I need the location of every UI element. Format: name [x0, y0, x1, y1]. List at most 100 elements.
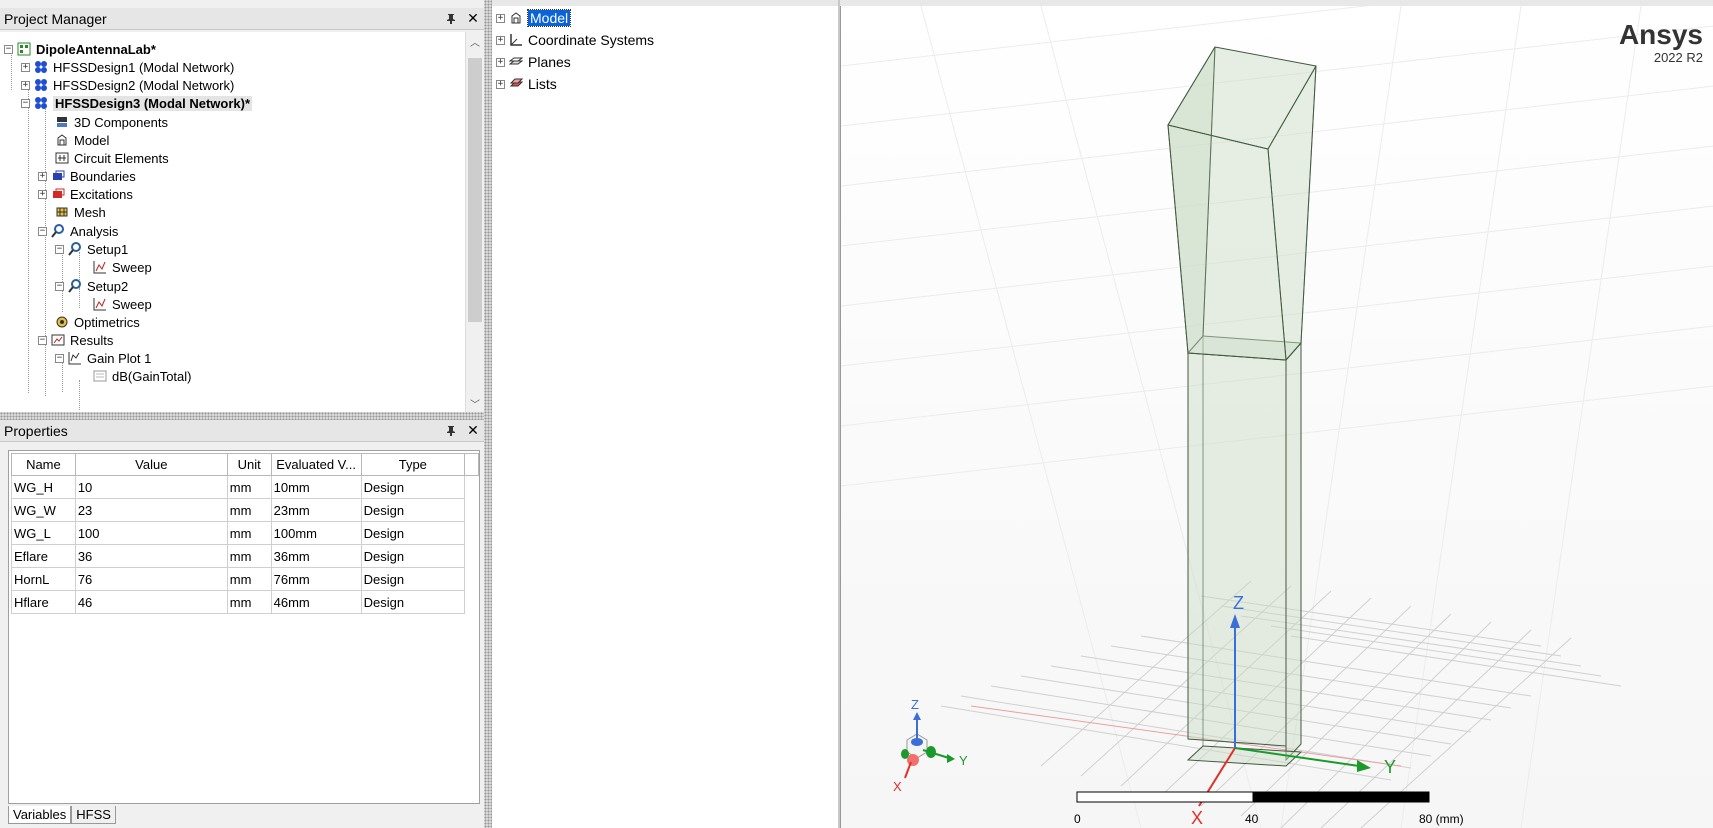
cell-value[interactable]: 76 — [74, 567, 228, 591]
tab-hfss[interactable]: HFSS — [71, 806, 116, 824]
cell-name[interactable]: WG_L — [11, 521, 76, 545]
pin-icon[interactable] — [440, 421, 462, 441]
chevron-up-icon[interactable]: ︿ — [466, 32, 484, 50]
close-icon[interactable]: ✕ — [462, 9, 484, 29]
setup-icon — [67, 241, 83, 257]
cell-name[interactable]: Hflare — [11, 590, 76, 614]
collapse-icon[interactable]: − — [38, 335, 47, 345]
cell-name[interactable]: WG_W — [11, 498, 76, 522]
cell-name[interactable]: WG_H — [11, 475, 76, 499]
cell-name[interactable]: HornL — [11, 567, 76, 591]
brand-version: 2022 R2 — [1653, 50, 1703, 65]
column-header-unit[interactable]: Unit — [226, 453, 272, 476]
model-tree-item-lists[interactable]: + Lists — [496, 74, 557, 94]
expand-icon[interactable]: + — [496, 57, 505, 67]
tree-item-analysis[interactable]: − Analysis — [38, 221, 118, 241]
cell-value[interactable]: 36 — [74, 544, 228, 568]
vertical-splitter[interactable] — [484, 0, 492, 828]
cell-unit[interactable]: mm — [226, 498, 272, 522]
column-header-evaluated[interactable]: Evaluated V... — [270, 453, 362, 476]
tree-item-excitations[interactable]: + Excitations — [38, 184, 133, 204]
tree-item-setup2[interactable]: − Setup2 — [55, 276, 128, 296]
collapse-icon[interactable]: − — [55, 281, 64, 291]
pin-icon[interactable] — [440, 9, 462, 29]
collapse-icon[interactable]: − — [21, 98, 30, 108]
cell-unit[interactable]: mm — [226, 475, 272, 499]
table-row[interactable]: WG_L 100 mm 100mm Design — [11, 521, 479, 545]
model-tree-item-planes[interactable]: + Planes — [496, 52, 571, 72]
tree-item-model[interactable]: Model — [54, 130, 109, 150]
tree-item-label: 3D Components — [74, 114, 168, 130]
tree-item-boundaries[interactable]: + Boundaries — [38, 166, 136, 186]
properties-tabs: Variables HFSS — [8, 806, 116, 824]
table-row[interactable]: WG_H 10 mm 10mm Design — [11, 475, 479, 499]
cell-evaluated: 23mm — [270, 498, 362, 522]
cell-name[interactable]: Eflare — [11, 544, 76, 568]
tree-item-gain-plot[interactable]: − Gain Plot 1 — [55, 348, 151, 368]
tree-item-mesh[interactable]: Mesh — [54, 202, 106, 222]
circuit-icon — [54, 150, 70, 166]
planes-icon — [508, 54, 524, 70]
tree-item-trace[interactable]: dB(GainTotal) — [92, 366, 191, 386]
tree-item-optimetrics[interactable]: Optimetrics — [54, 312, 140, 332]
cell-value[interactable]: 10 — [74, 475, 228, 499]
table-header-row: Name Value Unit Evaluated V... Type — [11, 453, 479, 476]
model-tree-item-coordinate-systems[interactable]: + Coordinate Systems — [496, 30, 654, 50]
tree-item-label: Optimetrics — [74, 314, 140, 330]
chevron-down-icon[interactable]: ﹀ — [466, 394, 484, 412]
expand-icon[interactable]: + — [496, 35, 505, 45]
properties-titlebar: Properties ✕ — [0, 420, 484, 442]
table-row[interactable]: Hflare 46 mm 46mm Design — [11, 590, 479, 614]
cell-type: Design — [360, 521, 466, 545]
scrollbar-thumb[interactable] — [468, 58, 482, 322]
cell-type: Design — [360, 498, 466, 522]
tree-item-project[interactable]: − DipoleAntennaLab* — [4, 39, 156, 59]
table-row[interactable]: Eflare 36 mm 36mm Design — [11, 544, 479, 568]
horizontal-splitter[interactable] — [0, 412, 484, 420]
tree-item-design2[interactable]: + HFSSDesign2 (Modal Network) — [21, 75, 234, 95]
tree-item-results[interactable]: − Results — [38, 330, 113, 350]
cell-unit[interactable]: mm — [226, 544, 272, 568]
cell-unit[interactable]: mm — [226, 521, 272, 545]
horn-antenna-model[interactable] — [1167, 46, 1317, 767]
cell-value[interactable]: 23 — [74, 498, 228, 522]
collapse-icon[interactable]: − — [4, 44, 13, 54]
3d-viewport[interactable]: Z Y X Z Y X Ansys 2022 R2 0 40 80 (mm) — [840, 6, 1713, 828]
collapse-icon[interactable]: − — [55, 244, 64, 254]
column-header-type[interactable]: Type — [360, 453, 466, 476]
tree-item-circuit-elements[interactable]: Circuit Elements — [54, 148, 169, 168]
tree-item-design1[interactable]: + HFSSDesign1 (Modal Network) — [21, 57, 234, 77]
tree-item-label: Results — [70, 332, 114, 348]
table-row[interactable]: HornL 76 mm 76mm Design — [11, 567, 479, 591]
properties-grid-container: Name Value Unit Evaluated V... Type WG_H… — [8, 450, 480, 804]
tree-item-label: HFSSDesign3 (Modal Network)* — [53, 95, 253, 111]
project-tree-scrollbar[interactable]: ︿ ﹀ — [465, 32, 484, 412]
tab-variables[interactable]: Variables — [8, 806, 72, 824]
model-tree-item-model[interactable]: + Model — [496, 8, 572, 28]
tree-item-3d-components[interactable]: 3D Components — [54, 112, 168, 132]
expand-icon[interactable]: + — [38, 189, 47, 199]
expand-icon[interactable]: + — [496, 13, 505, 23]
expand-icon[interactable]: + — [21, 80, 30, 90]
expand-icon[interactable]: + — [21, 62, 30, 72]
tree-item-design3[interactable]: − HFSSDesign3 (Modal Network)* — [21, 93, 253, 113]
column-header-name[interactable]: Name — [11, 453, 76, 476]
triad-y-label: Y — [959, 753, 968, 768]
table-row[interactable]: WG_W 23 mm 23mm Design — [11, 498, 479, 522]
tree-item-sweep2[interactable]: Sweep — [92, 294, 152, 314]
cell-unit[interactable]: mm — [226, 567, 272, 591]
expand-icon[interactable]: + — [496, 79, 505, 89]
cell-value[interactable]: 46 — [74, 590, 228, 614]
project-tree: − DipoleAntennaLab* + HFSSDesign1 (Modal… — [0, 32, 465, 412]
cell-value[interactable]: 100 — [74, 521, 228, 545]
tree-item-setup1[interactable]: − Setup1 — [55, 239, 128, 259]
tree-item-sweep1[interactable]: Sweep — [92, 257, 152, 277]
scale-bar — [1076, 791, 1430, 803]
collapse-icon[interactable]: − — [55, 353, 64, 363]
collapse-icon[interactable]: − — [38, 226, 47, 236]
close-icon[interactable]: ✕ — [462, 421, 484, 441]
expand-icon[interactable]: + — [38, 171, 47, 181]
cell-unit[interactable]: mm — [226, 590, 272, 614]
viewport-canvas[interactable]: Z Y X Z Y X — [841, 6, 1713, 828]
column-header-value[interactable]: Value — [74, 453, 228, 476]
